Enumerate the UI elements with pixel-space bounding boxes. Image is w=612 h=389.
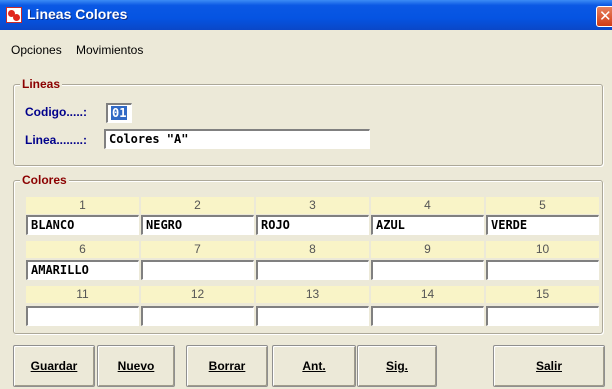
- app-window: Lineas Colores ✕ Opciones Movimientos Li…: [0, 0, 612, 389]
- nuevo-button[interactable]: Nuevo: [97, 345, 175, 387]
- guardar-button[interactable]: Guardar: [13, 345, 95, 387]
- color-field-12[interactable]: [141, 306, 254, 326]
- color-field-6[interactable]: AMARILLO: [26, 260, 139, 280]
- codigo-label: Codigo.....:: [25, 105, 87, 119]
- color-header-6: 6: [26, 241, 139, 258]
- linea-label: Linea........:: [25, 133, 88, 147]
- color-field-8[interactable]: [256, 260, 369, 280]
- color-field-10[interactable]: [486, 260, 599, 280]
- color-field-14[interactable]: [371, 306, 484, 326]
- color-header-14: 14: [371, 286, 484, 303]
- color-header-3: 3: [256, 197, 369, 214]
- borrar-button[interactable]: Borrar: [186, 345, 268, 387]
- lineas-legend: Lineas: [20, 77, 63, 91]
- codigo-value: 01: [111, 106, 128, 120]
- color-header-5: 5: [486, 197, 599, 214]
- linea-field[interactable]: Colores "A": [104, 129, 370, 149]
- menu-opciones[interactable]: Opciones: [11, 43, 62, 57]
- color-field-4[interactable]: AZUL: [371, 215, 484, 235]
- color-header-15: 15: [486, 286, 599, 303]
- window-title: Lineas Colores: [27, 6, 128, 22]
- anterior-button[interactable]: Ant.: [272, 345, 356, 387]
- color-field-13[interactable]: [256, 306, 369, 326]
- color-field-15[interactable]: [486, 306, 599, 326]
- color-field-2[interactable]: NEGRO: [141, 215, 254, 235]
- color-field-5[interactable]: VERDE: [486, 215, 599, 235]
- lineas-group: Lineas: [13, 77, 603, 166]
- color-header-11: 11: [26, 286, 139, 303]
- menu-bar: Opciones Movimientos: [0, 40, 612, 58]
- codigo-field[interactable]: 01: [106, 103, 132, 123]
- color-header-7: 7: [141, 241, 254, 258]
- color-field-3[interactable]: ROJO: [256, 215, 369, 235]
- color-header-2: 2: [141, 197, 254, 214]
- close-button[interactable]: ✕: [596, 6, 612, 27]
- color-header-1: 1: [26, 197, 139, 214]
- title-bar[interactable]: Lineas Colores ✕: [0, 0, 612, 30]
- color-field-11[interactable]: [26, 306, 139, 326]
- menu-movimientos[interactable]: Movimientos: [76, 43, 143, 57]
- close-icon: ✕: [599, 7, 612, 25]
- color-field-7[interactable]: [141, 260, 254, 280]
- salir-button[interactable]: Salir: [493, 345, 605, 387]
- siguiente-button[interactable]: Sig.: [357, 345, 437, 387]
- color-header-12: 12: [141, 286, 254, 303]
- color-field-9[interactable]: [371, 260, 484, 280]
- color-header-10: 10: [486, 241, 599, 258]
- color-header-4: 4: [371, 197, 484, 214]
- color-header-13: 13: [256, 286, 369, 303]
- color-header-8: 8: [256, 241, 369, 258]
- colores-legend: Colores: [20, 173, 69, 187]
- color-field-1[interactable]: BLANCO: [26, 215, 139, 235]
- app-icon: [6, 7, 22, 23]
- color-header-9: 9: [371, 241, 484, 258]
